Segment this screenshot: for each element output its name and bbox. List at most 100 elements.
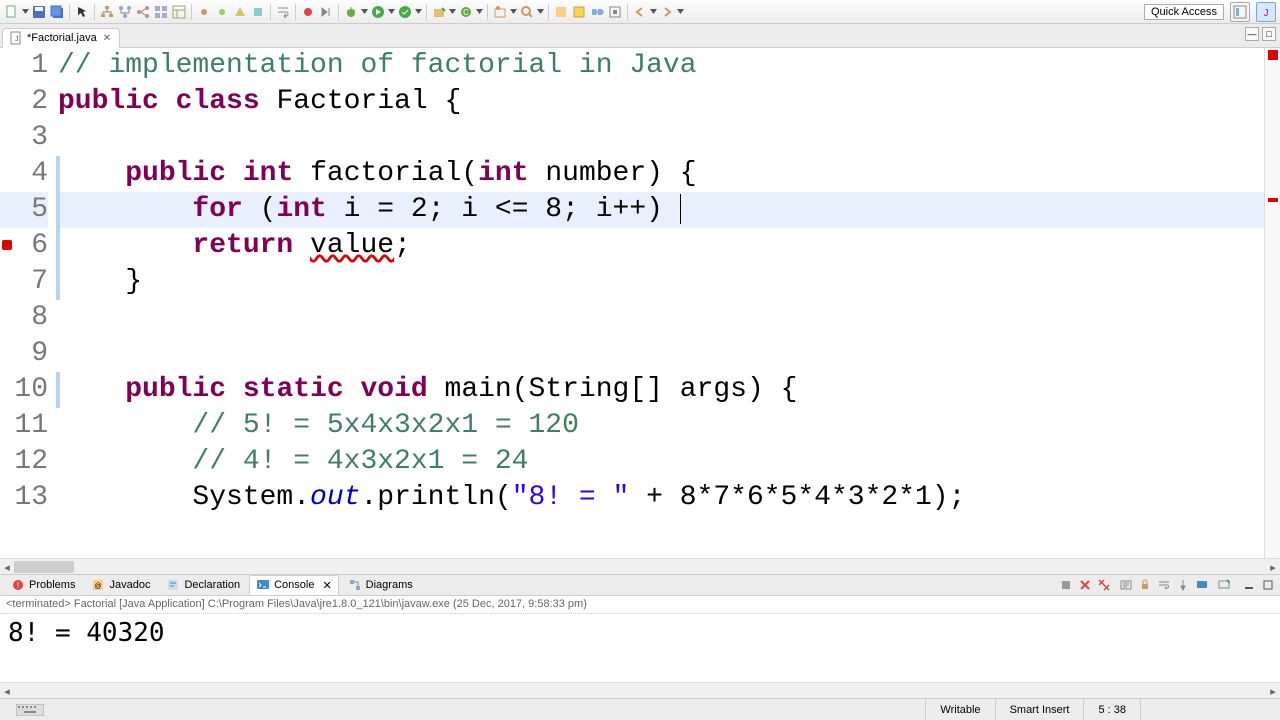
remove-all-icon[interactable] (1096, 577, 1112, 593)
scroll-lock-icon[interactable] (1137, 577, 1153, 593)
console-output[interactable]: 8! = 40320 (0, 614, 1280, 682)
code-line[interactable]: } (56, 264, 1264, 300)
open-type-dropdown-icon[interactable] (510, 4, 517, 20)
back-dropdown-icon[interactable] (650, 4, 657, 20)
scroll-right-icon[interactable]: ▸ (1266, 559, 1280, 575)
code-line[interactable]: for (int i = 2; i <= 8; i++) (56, 192, 1264, 228)
view-tab-diagrams[interactable]: Diagrams (341, 575, 420, 595)
code-line[interactable]: System.out.println("8! = " + 8*7*6*5*4*3… (56, 480, 1264, 516)
minimize-view-icon[interactable] (1241, 577, 1257, 593)
code-line[interactable]: // 5! = 5x4x3x2x1 = 120 (56, 408, 1264, 444)
code-line[interactable]: return value; (56, 228, 1264, 264)
overview-error-marker-icon[interactable] (1268, 198, 1278, 202)
overview-ruler[interactable] (1264, 48, 1280, 558)
open-task-icon[interactable] (553, 4, 569, 20)
scroll-left-icon[interactable]: ◂ (0, 559, 14, 575)
open-perspective-icon[interactable] (1230, 2, 1250, 22)
remove-launch-icon[interactable] (1077, 577, 1093, 593)
square-icon[interactable] (250, 4, 266, 20)
open-console-icon[interactable] (1216, 577, 1232, 593)
clear-console-icon[interactable] (1118, 577, 1134, 593)
forward-icon[interactable] (659, 4, 675, 20)
pointer-icon[interactable] (74, 4, 90, 20)
code-line[interactable] (56, 336, 1264, 372)
scroll-right-icon[interactable]: ▸ (1266, 683, 1280, 699)
code-line[interactable]: public int factorial(int number) { (56, 156, 1264, 192)
word-wrap-icon[interactable] (1156, 577, 1172, 593)
scroll-left-icon[interactable]: ◂ (0, 683, 14, 699)
debug-icon[interactable] (343, 4, 359, 20)
run-dropdown-icon[interactable] (388, 4, 395, 20)
code-editor[interactable]: 12345678910111213 // implementation of f… (0, 48, 1280, 558)
scroll-thumb[interactable] (14, 561, 74, 573)
toolbar-separator (487, 4, 488, 20)
new-class-dropdown-icon[interactable] (476, 4, 483, 20)
run-icon[interactable] (370, 4, 386, 20)
minimize-editor-icon[interactable]: ― (1245, 27, 1259, 41)
display-console-icon[interactable] (1194, 577, 1210, 593)
search-dropdown-icon[interactable] (537, 4, 544, 20)
coverage-dropdown-icon[interactable] (415, 4, 422, 20)
new-class-icon[interactable]: C (458, 4, 474, 20)
new-icon[interactable] (4, 4, 20, 20)
view-tab-console[interactable]: Console ✕ (249, 575, 339, 595)
quick-access-input[interactable]: Quick Access (1144, 4, 1224, 20)
pin-console-icon[interactable] (1175, 577, 1191, 593)
tree-icon[interactable] (117, 4, 133, 20)
grid-icon[interactable] (153, 4, 169, 20)
code-line[interactable] (56, 300, 1264, 336)
toggle-block-icon[interactable] (607, 4, 623, 20)
search-icon[interactable] (519, 4, 535, 20)
stop-dot-icon[interactable] (300, 4, 316, 20)
dot2-icon[interactable] (214, 4, 230, 20)
view-tab-problems[interactable]: !Problems (4, 575, 82, 595)
save-icon[interactable] (31, 4, 47, 20)
status-writable: Writable (925, 699, 994, 720)
declaration-icon (166, 578, 180, 592)
debug-dropdown-icon[interactable] (361, 4, 368, 20)
view-tab-label: Console (274, 579, 314, 591)
overview-error-square-icon (1268, 50, 1278, 60)
code-line[interactable]: public static void main(String[] args) { (56, 372, 1264, 408)
maximize-editor-icon[interactable]: □ (1262, 27, 1276, 41)
layout-icon[interactable] (171, 4, 187, 20)
wrap-icon[interactable] (275, 4, 291, 20)
java-file-icon: J (9, 31, 23, 45)
nodes-icon[interactable] (135, 4, 151, 20)
maximize-view-icon[interactable] (1260, 577, 1276, 593)
terminate-icon[interactable] (1058, 577, 1074, 593)
error-marker-icon[interactable] (2, 240, 12, 250)
forward-dropdown-icon[interactable] (677, 4, 684, 20)
new-package-dropdown-icon[interactable] (449, 4, 456, 20)
console-launch-info: <terminated> Factorial [Java Application… (0, 596, 1280, 614)
close-tab-icon[interactable]: ✕ (101, 33, 113, 44)
close-view-icon[interactable]: ✕ (322, 579, 331, 592)
editor-horizontal-scrollbar[interactable]: ◂ ▸ (0, 558, 1280, 574)
line-number-gutter: 12345678910111213 (0, 48, 56, 558)
skip-icon[interactable] (318, 4, 334, 20)
back-icon[interactable] (632, 4, 648, 20)
code-line[interactable]: // 4! = 4x3x2x1 = 24 (56, 444, 1264, 480)
code-line[interactable] (56, 120, 1264, 156)
open-type-icon[interactable] (492, 4, 508, 20)
view-tab-javadoc[interactable]: @Javadoc (84, 575, 157, 595)
toggle-mark-icon[interactable] (571, 4, 587, 20)
toolbar-separator (548, 4, 549, 20)
keyboard-icon[interactable] (0, 704, 60, 716)
dot1-icon[interactable] (196, 4, 212, 20)
code-line[interactable]: // implementation of factorial in Java (56, 48, 1264, 84)
save-all-icon[interactable] (49, 4, 65, 20)
code-area[interactable]: // implementation of factorial in Javapu… (56, 48, 1264, 558)
triangle-icon[interactable] (232, 4, 248, 20)
editor-tab-factorial[interactable]: J *Factorial.java ✕ (2, 28, 120, 48)
console-horizontal-scrollbar[interactable]: ◂ ▸ (0, 682, 1280, 698)
code-line[interactable]: public class Factorial { (56, 84, 1264, 120)
new-dropdown-icon[interactable] (22, 4, 29, 20)
toggle-breadcrumb-icon[interactable] (589, 4, 605, 20)
svg-text:C: C (463, 8, 469, 17)
java-perspective-icon[interactable]: J (1256, 2, 1276, 22)
new-package-icon[interactable] (431, 4, 447, 20)
hierarchy-icon[interactable] (99, 4, 115, 20)
coverage-icon[interactable] (397, 4, 413, 20)
view-tab-declaration[interactable]: Declaration (159, 575, 247, 595)
